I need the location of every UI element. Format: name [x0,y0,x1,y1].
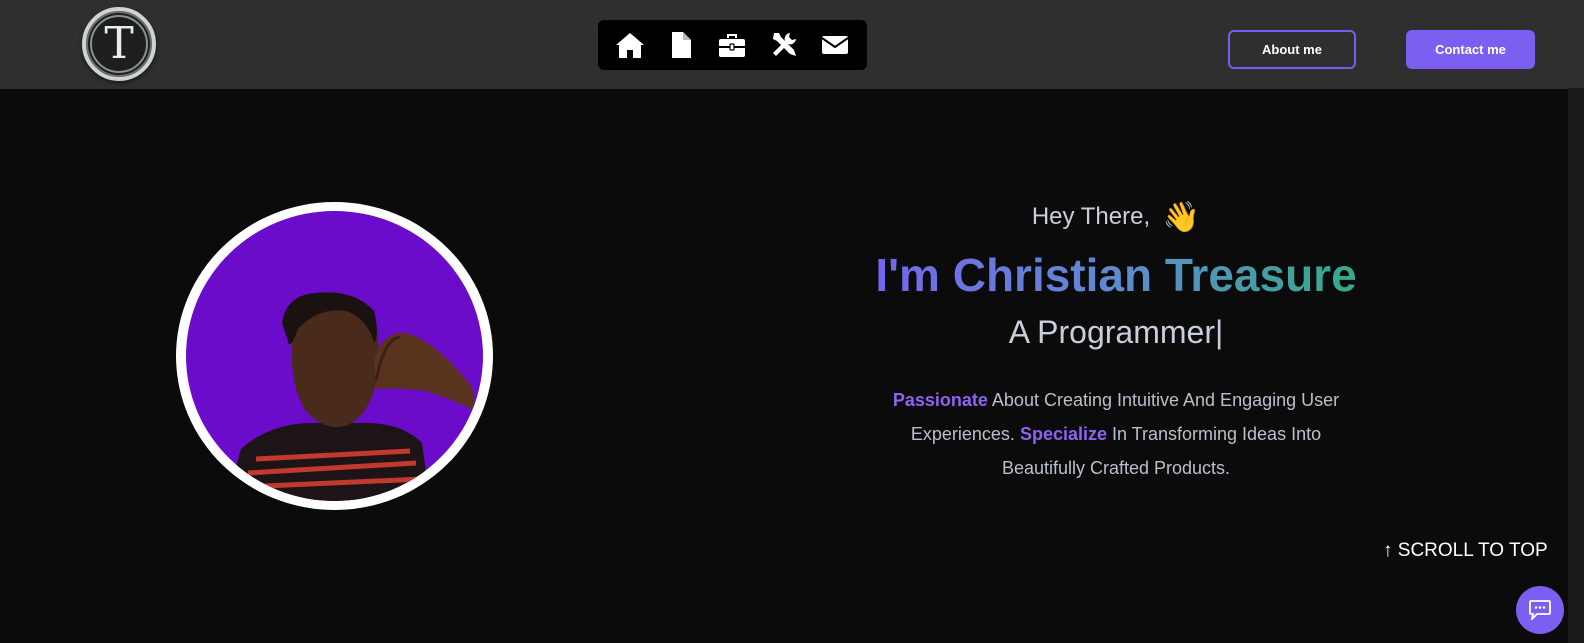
profile-photo [186,211,483,501]
greeting-text: Hey There, [1031,203,1151,230]
profile-photo-frame [176,202,493,510]
nav-resume[interactable] [661,25,701,65]
hero-name: I'm Christian Treasure [830,247,1402,303]
scrollbar-track[interactable] [1568,0,1584,643]
person-illustration [226,292,476,501]
hero-section: Hey There, 👋 I'm Christian Treasure A Pr… [830,195,1402,485]
tools-icon [772,33,796,56]
nav-portfolio[interactable] [712,25,752,65]
greeting: Hey There, 👋 [830,195,1402,239]
waving-hand-icon: 👋 [1162,201,1201,234]
hero-role: A Programmer| [1008,314,1224,350]
logo-t-icon: T [90,15,148,73]
contact-me-button[interactable]: Contact me [1406,30,1535,69]
logo[interactable]: T [82,7,156,81]
about-me-button[interactable]: About me [1228,30,1356,69]
home-icon [615,33,644,58]
envelope-icon [821,36,849,54]
nav-skills[interactable] [764,25,804,65]
nav-contact[interactable] [815,25,855,65]
icon-navigation [598,20,867,70]
desc-accent-specialize: Specialize [1019,424,1107,444]
chat-button[interactable] [1516,586,1564,634]
nav-home[interactable] [610,25,650,65]
logo-letter: T [104,18,134,69]
briefcase-icon [719,34,746,57]
chat-bubble-icon [1529,600,1551,620]
scrollbar-thumb[interactable] [1568,0,1584,88]
scroll-to-top-link[interactable]: ↑ SCROLL TO TOP [1383,540,1548,562]
document-icon [672,32,692,58]
hero-description: Passionate About Creating Intuitive And … [886,383,1346,485]
desc-accent-passionate: Passionate [892,390,988,410]
header-bar: T About me Contact me [0,0,1568,89]
